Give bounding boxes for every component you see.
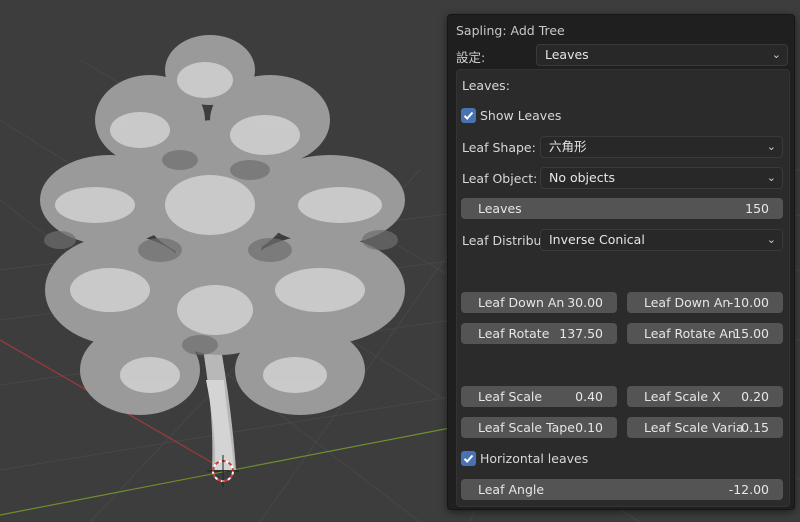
leaf-object-dropdown[interactable]: No objects ⌄ [540,167,783,189]
preset-label: 設定: [456,50,486,65]
leaf-shape-dropdown[interactable]: 六角形 ⌄ [540,136,783,158]
leaf-down-angle-var-label: Leaf Down An [644,295,731,310]
leaf-scale-taper-label: Leaf Scale Tape [478,420,575,435]
preset-dropdown[interactable]: Leaves ⌄ [536,44,788,66]
leaf-scale-label: Leaf Scale [478,389,543,404]
leaf-object-label: Leaf Object: [462,171,538,186]
checkmark-icon [463,111,474,120]
leaf-scale-var-label: Leaf Scale Varia [644,420,744,435]
leaf-rotate-field[interactable]: Leaf Rotate 137.50 [461,323,617,344]
horizontal-leaves-checkbox[interactable] [461,451,476,466]
leaf-down-angle-label: Leaf Down An [478,295,565,310]
leaf-scale-x-field[interactable]: Leaf Scale X 0.20 [627,386,783,407]
leaf-scale-taper-value: 0.10 [575,420,603,435]
leaves-count-value: 150 [745,201,769,216]
panel-title[interactable]: Sapling: Add Tree [456,23,565,38]
leaf-scale-var-value: 0.15 [741,420,769,435]
leaves-settings-panel: Leaves: Show Leaves Leaf Shape: 六角形 ⌄ Le… [456,69,790,507]
leaf-rotate-value: 137.50 [559,326,603,341]
leaf-scale-x-label: Leaf Scale X [644,389,721,404]
chevron-down-icon: ⌄ [771,48,781,61]
chevron-down-icon: ⌄ [766,140,776,153]
leaf-scale-field[interactable]: Leaf Scale 0.40 [461,386,617,407]
preset-value: Leaves [545,47,589,62]
leaf-distribution-label: Leaf Distribu... [462,233,540,248]
leaves-count-label: Leaves [478,201,522,216]
tree-model [40,35,405,470]
leaf-object-value: No objects [549,170,616,185]
chevron-down-icon: ⌄ [766,233,776,246]
leaf-scale-x-value: 0.20 [741,389,769,404]
leaf-down-angle-value: 30.00 [567,295,603,310]
show-leaves-label: Show Leaves [480,108,562,123]
leaf-angle-value: -12.00 [728,482,769,497]
leaf-distribution-value: Inverse Conical [549,232,645,247]
checkmark-icon [463,454,474,463]
leaf-down-angle-field[interactable]: Leaf Down An 30.00 [461,292,617,313]
show-leaves-checkbox[interactable] [461,108,476,123]
leaf-rotate-var-label: Leaf Rotate An [644,326,736,341]
leaf-rotate-var-value: 15.00 [733,326,769,341]
leaf-scale-taper-field[interactable]: Leaf Scale Tape 0.10 [461,417,617,438]
leaf-distribution-dropdown[interactable]: Inverse Conical ⌄ [540,229,783,251]
leaf-angle-label: Leaf Angle [478,482,545,497]
chevron-down-icon: ⌄ [766,171,776,184]
leaf-down-angle-var-value: -10.00 [728,295,769,310]
leaf-shape-label: Leaf Shape: [462,140,536,155]
leaf-scale-value: 0.40 [575,389,603,404]
leaf-shape-value: 六角形 [549,139,587,154]
leaf-rotate-label: Leaf Rotate [478,326,550,341]
operator-panel: Sapling: Add Tree 設定: Leaves ⌄ Leaves: S… [447,14,795,510]
leaves-count-field[interactable]: Leaves 150 [461,198,783,219]
leaf-down-angle-var-field[interactable]: Leaf Down An -10.00 [627,292,783,313]
leaf-rotate-var-field[interactable]: Leaf Rotate An 15.00 [627,323,783,344]
horizontal-leaves-label: Horizontal leaves [480,451,589,466]
leaf-scale-var-field[interactable]: Leaf Scale Varia 0.15 [627,417,783,438]
section-title: Leaves: [462,78,510,93]
leaf-angle-field[interactable]: Leaf Angle -12.00 [461,479,783,500]
